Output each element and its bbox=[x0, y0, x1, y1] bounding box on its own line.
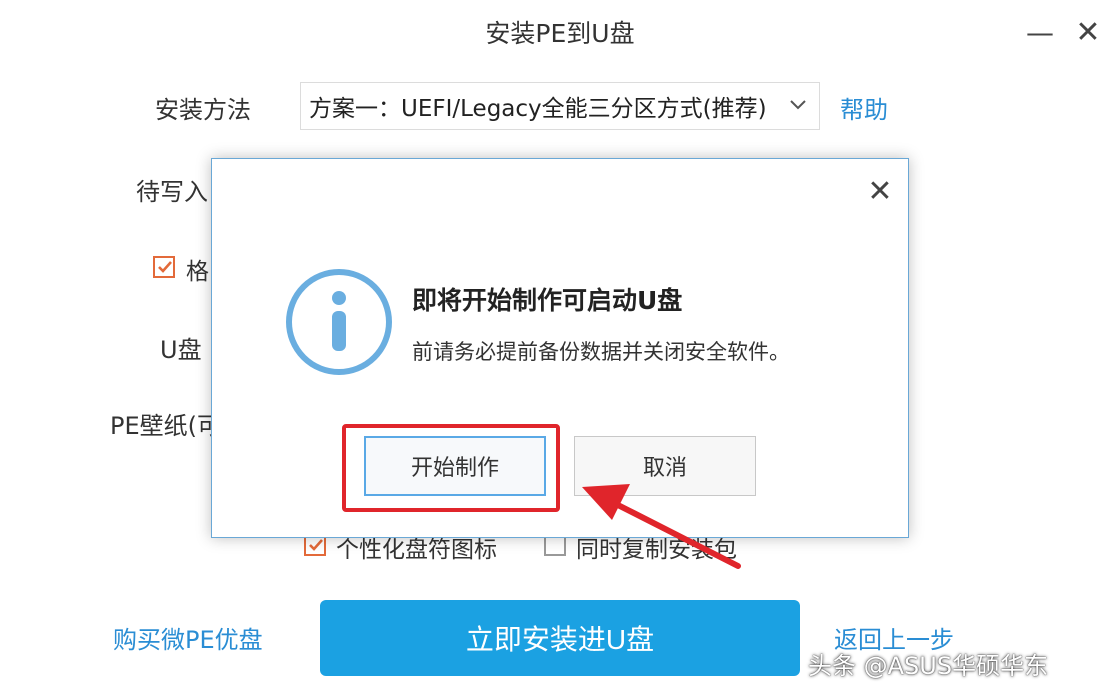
highlight-box bbox=[342, 424, 560, 512]
pending-write-label: 待写入 bbox=[136, 178, 208, 206]
close-icon[interactable]: ✕ bbox=[862, 173, 898, 209]
buy-pe-disk-link[interactable]: 购买微PE优盘 bbox=[113, 620, 263, 655]
window-title: 安装PE到U盘 bbox=[485, 19, 635, 48]
format-checkbox-label: 格 bbox=[186, 259, 209, 285]
watermark: 头条 @ASUS华硕华东 bbox=[808, 652, 1049, 680]
dialog-title: 即将开始制作可启动U盘 bbox=[412, 286, 683, 315]
checkmark-icon bbox=[158, 261, 172, 273]
dialog-message: 前请务必提前备份数据并关闭安全软件。 bbox=[412, 340, 790, 364]
installer-window: 安装PE到U盘 — ✕ 安装方法 方案一：UEFI/Legacy全能三分区方式(… bbox=[0, 0, 1120, 700]
help-link[interactable]: 帮助 bbox=[840, 90, 888, 125]
u-disk-label: U盘 bbox=[160, 336, 202, 364]
install-to-usb-button[interactable]: 立即安装进U盘 bbox=[320, 600, 800, 676]
close-icon[interactable]: ✕ bbox=[1068, 12, 1108, 52]
pe-wallpaper-label: PE壁纸(可 bbox=[110, 412, 221, 440]
format-checkbox[interactable] bbox=[153, 256, 175, 278]
install-method-label: 安装方法 bbox=[155, 96, 251, 124]
confirm-dialog: ✕ 即将开始制作可启动U盘 前请务必提前备份数据并关闭安全软件。 开始制作 取消 bbox=[211, 158, 909, 538]
info-icon bbox=[286, 269, 392, 375]
install-method-value: 方案一：UEFI/Legacy全能三分区方式(推荐) bbox=[309, 96, 767, 122]
chevron-down-icon bbox=[790, 100, 806, 110]
minimize-icon[interactable]: — bbox=[1020, 12, 1060, 52]
install-method-select[interactable]: 方案一：UEFI/Legacy全能三分区方式(推荐) bbox=[300, 82, 820, 130]
cancel-button[interactable]: 取消 bbox=[574, 436, 756, 496]
checkmark-icon bbox=[309, 539, 323, 551]
title-bar: 安装PE到U盘 — ✕ bbox=[0, 0, 1120, 62]
